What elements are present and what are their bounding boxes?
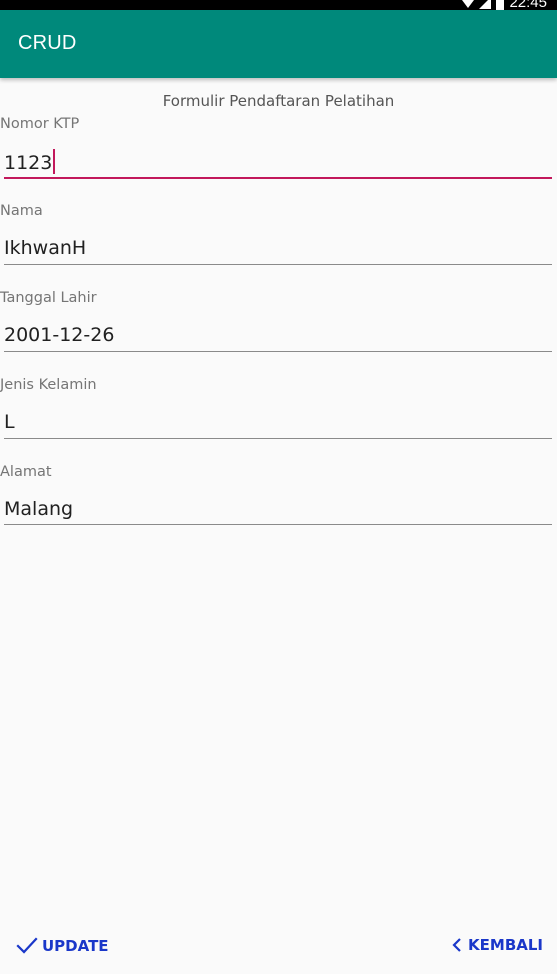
nomor-ktp-underline bbox=[4, 177, 552, 179]
update-button[interactable]: UPDATE bbox=[16, 936, 109, 956]
battery-icon bbox=[496, 0, 505, 10]
status-time: 22:45 bbox=[509, 0, 547, 10]
alamat-value: Malang bbox=[4, 498, 74, 520]
app-title: CRUD bbox=[18, 32, 77, 54]
field-label-jenis-kelamin: Jenis Kelamin bbox=[0, 377, 97, 393]
status-bar: 22:45 bbox=[0, 0, 557, 10]
nama-underline bbox=[4, 264, 552, 265]
field-label-nomor-ktp: Nomor KTP bbox=[0, 116, 80, 132]
field-label-alamat: Alamat bbox=[0, 464, 52, 480]
jenis-kelamin-input[interactable]: L bbox=[4, 411, 15, 433]
text-cursor bbox=[53, 149, 56, 174]
app-bar: CRUD bbox=[0, 10, 557, 78]
nama-value: IkhwanH bbox=[4, 237, 87, 259]
back-label: KEMBALI bbox=[468, 936, 543, 954]
nama-input[interactable]: IkhwanH bbox=[4, 237, 86, 259]
wifi-icon bbox=[462, 0, 475, 9]
jenis-kelamin-value: L bbox=[4, 411, 15, 433]
check-icon bbox=[16, 936, 38, 956]
status-icons: 22:45 bbox=[462, 0, 547, 10]
tanggal-lahir-input[interactable]: 2001-12-26 bbox=[4, 324, 114, 346]
jenis-kelamin-underline bbox=[4, 438, 552, 439]
update-label: UPDATE bbox=[42, 937, 109, 955]
field-label-nama: Nama bbox=[0, 203, 43, 219]
tanggal-lahir-underline bbox=[4, 351, 552, 352]
nomor-ktp-input[interactable]: 1123 bbox=[4, 149, 56, 174]
field-label-tanggal-lahir: Tanggal Lahir bbox=[0, 290, 97, 306]
tanggal-lahir-value: 2001-12-26 bbox=[4, 324, 115, 346]
alamat-underline bbox=[4, 524, 552, 525]
back-button[interactable]: KEMBALI bbox=[450, 936, 543, 954]
alamat-input[interactable]: Malang bbox=[4, 498, 73, 520]
nomor-ktp-value: 1123 bbox=[4, 152, 53, 174]
signal-icon bbox=[479, 0, 492, 9]
form-title: Formulir Pendaftaran Pelatihan bbox=[162, 92, 395, 110]
chevron-left-icon bbox=[450, 937, 464, 953]
